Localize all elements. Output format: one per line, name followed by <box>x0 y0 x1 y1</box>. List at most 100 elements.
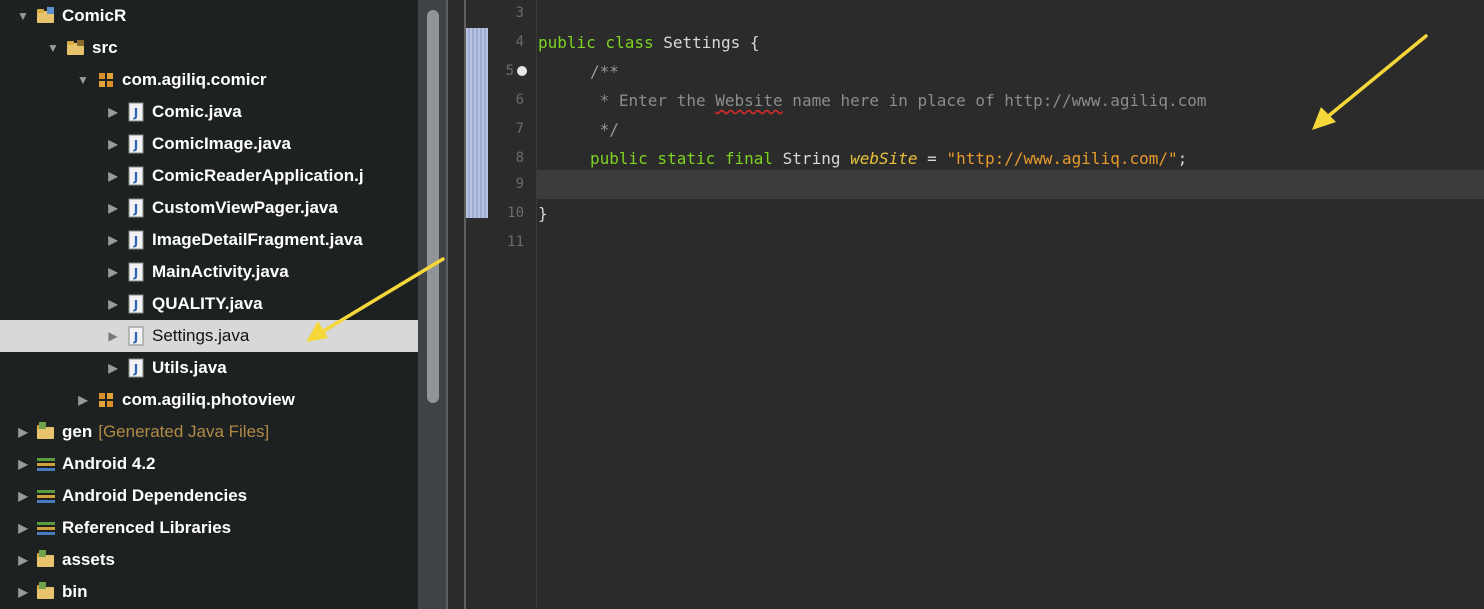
collapse-arrow-icon[interactable]: ▶ <box>106 201 120 215</box>
svg-text:J: J <box>133 330 138 344</box>
svg-text:J: J <box>133 266 138 280</box>
collapse-arrow-icon[interactable]: ▶ <box>106 233 120 247</box>
tree-item-android-4-2[interactable]: ▶ Android 4.2 <box>0 448 418 480</box>
library-icon <box>36 486 56 506</box>
project-folder-icon <box>36 6 56 26</box>
code-line-7[interactable]: */ <box>590 115 619 144</box>
source-folder-icon <box>66 38 86 58</box>
fold-collapse-icon[interactable] <box>517 66 527 76</box>
code-line-5[interactable]: /** <box>590 57 619 86</box>
collapse-arrow-icon[interactable]: ▶ <box>16 553 30 567</box>
code-type: String <box>773 149 851 168</box>
view-splitter[interactable] <box>446 0 466 609</box>
svg-text:J: J <box>133 362 138 376</box>
collapse-arrow-icon[interactable]: ▶ <box>106 169 120 183</box>
collapse-arrow-icon[interactable]: ▶ <box>106 137 120 151</box>
tree-item-label: ImageDetailFragment.java <box>152 230 363 249</box>
code-editor[interactable]: 3 4 5 6 7 8 9 10 11 public class Setting… <box>466 0 1484 609</box>
tree-item-com-agiliq-photoview[interactable]: ▶ com.agiliq.photoview <box>0 384 418 416</box>
collapse-arrow-icon[interactable]: ▶ <box>106 361 120 375</box>
code-line-10[interactable]: } <box>538 199 548 228</box>
tree-item-assets[interactable]: ▶ assets <box>0 544 418 576</box>
tree-item-label: assets <box>62 550 115 569</box>
tree-item-mainactivity-java[interactable]: ▶ J MainActivity.java <box>0 256 418 288</box>
collapse-arrow-icon[interactable]: ▶ <box>106 297 120 311</box>
explorer-scrollbar[interactable] <box>418 0 446 609</box>
collapse-arrow-icon[interactable]: ▶ <box>16 585 30 599</box>
code-line-8[interactable]: public static final String webSite = "ht… <box>590 144 1187 173</box>
javadoc-open: /** <box>590 62 619 81</box>
tree-item-label: com.agiliq.photoview <box>122 390 295 409</box>
tree-item-android-dependencies[interactable]: ▶ Android Dependencies <box>0 480 418 512</box>
tree-item-referenced-libraries[interactable]: ▶ Referenced Libraries <box>0 512 418 544</box>
code-line-4[interactable]: public class Settings { <box>538 28 760 57</box>
svg-text:J: J <box>133 138 138 152</box>
tree-item-utils-java[interactable]: ▶ J Utils.java <box>0 352 418 384</box>
code-string-literal: "http://www.agiliq.com/" <box>946 149 1178 168</box>
collapse-arrow-icon[interactable]: ▶ <box>106 105 120 119</box>
java-file-icon: J <box>126 230 146 250</box>
java-file-icon: J <box>126 294 146 314</box>
line-number: 8 <box>515 150 524 166</box>
tree-item-label: CustomViewPager.java <box>152 198 338 217</box>
code-field-name: webSite <box>850 149 918 168</box>
tree-item-customviewpager-java[interactable]: ▶ J CustomViewPager.java <box>0 192 418 224</box>
folder-icon <box>36 550 56 570</box>
collapse-arrow-icon[interactable]: ▶ <box>16 457 30 471</box>
java-file-icon: J <box>126 166 146 186</box>
code-operator: = <box>917 149 947 168</box>
tree-item-label: gen <box>62 422 93 441</box>
code-text: Settings { <box>653 33 760 52</box>
expand-arrow-icon[interactable]: ▼ <box>16 9 30 23</box>
java-file-icon: J <box>126 134 146 154</box>
tree-item-settings-java[interactable]: ▶ J Settings.java <box>0 320 418 352</box>
java-file-icon: J <box>126 262 146 282</box>
tree-item-comic-java[interactable]: ▶ J Comic.java <box>0 96 418 128</box>
tree-item-quality-java[interactable]: ▶ J QUALITY.java <box>0 288 418 320</box>
expand-arrow-icon[interactable]: ▼ <box>46 41 60 55</box>
library-icon <box>36 454 56 474</box>
svg-text:J: J <box>133 234 138 248</box>
collapse-arrow-icon[interactable]: ▶ <box>76 393 90 407</box>
svg-text:J: J <box>133 106 138 120</box>
line-number: 11 <box>507 234 524 250</box>
collapse-arrow-icon[interactable]: ▶ <box>106 265 120 279</box>
collapse-arrow-icon[interactable]: ▶ <box>16 521 30 535</box>
tree-item-label: Android 4.2 <box>62 454 156 473</box>
comment-text: name here in place of http://www.agiliq.… <box>782 91 1207 110</box>
code-keyword: public static final <box>590 149 774 168</box>
collapse-arrow-icon[interactable]: ▶ <box>16 425 30 439</box>
package-icon <box>96 390 116 410</box>
tree-item-com-agiliq-comicr[interactable]: ▼ com.agiliq.comicr <box>0 64 418 96</box>
java-file-icon: J <box>126 358 146 378</box>
code-line-6[interactable]: * Enter the Website name here in place o… <box>590 86 1207 115</box>
svg-text:J: J <box>133 298 138 312</box>
java-file-icon: J <box>126 198 146 218</box>
svg-text:J: J <box>133 170 138 184</box>
tree-item-label: QUALITY.java <box>152 294 263 313</box>
tree-item-label: Settings.java <box>152 326 250 345</box>
tree-item-decoration: [Generated Java Files] <box>98 422 270 441</box>
current-line-highlight <box>536 170 1484 199</box>
tree-item-comicreaderapplication-j[interactable]: ▶ J ComicReaderApplication.j <box>0 160 418 192</box>
collapse-arrow-icon[interactable]: ▶ <box>106 329 120 343</box>
tree-item-imagedetailfragment-java[interactable]: ▶ J ImageDetailFragment.java <box>0 224 418 256</box>
tree-item-label: Android Dependencies <box>62 486 248 505</box>
tree-item-src[interactable]: ▼ src <box>0 32 418 64</box>
line-number: 10 <box>507 205 524 221</box>
tree-item-comicimage-java[interactable]: ▶ J ComicImage.java <box>0 128 418 160</box>
svg-text:J: J <box>133 202 138 216</box>
collapse-arrow-icon[interactable]: ▶ <box>16 489 30 503</box>
tree-item-gen[interactable]: ▶ gen [Generated Java Files] <box>0 416 418 448</box>
code-keyword: public class <box>538 33 654 52</box>
library-icon <box>36 518 56 538</box>
tree-item-label: ComicR <box>62 6 127 25</box>
tree-item-comicr[interactable]: ▼ ComicR <box>0 0 418 32</box>
tree-item-label: com.agiliq.comicr <box>122 70 267 89</box>
expand-arrow-icon[interactable]: ▼ <box>76 73 90 87</box>
tree-item-label: bin <box>62 582 88 601</box>
line-number: 4 <box>515 34 524 50</box>
tree-item-bin[interactable]: ▶ bin <box>0 576 418 608</box>
scrollbar-thumb[interactable] <box>427 10 439 403</box>
code-semicolon: ; <box>1177 149 1188 168</box>
